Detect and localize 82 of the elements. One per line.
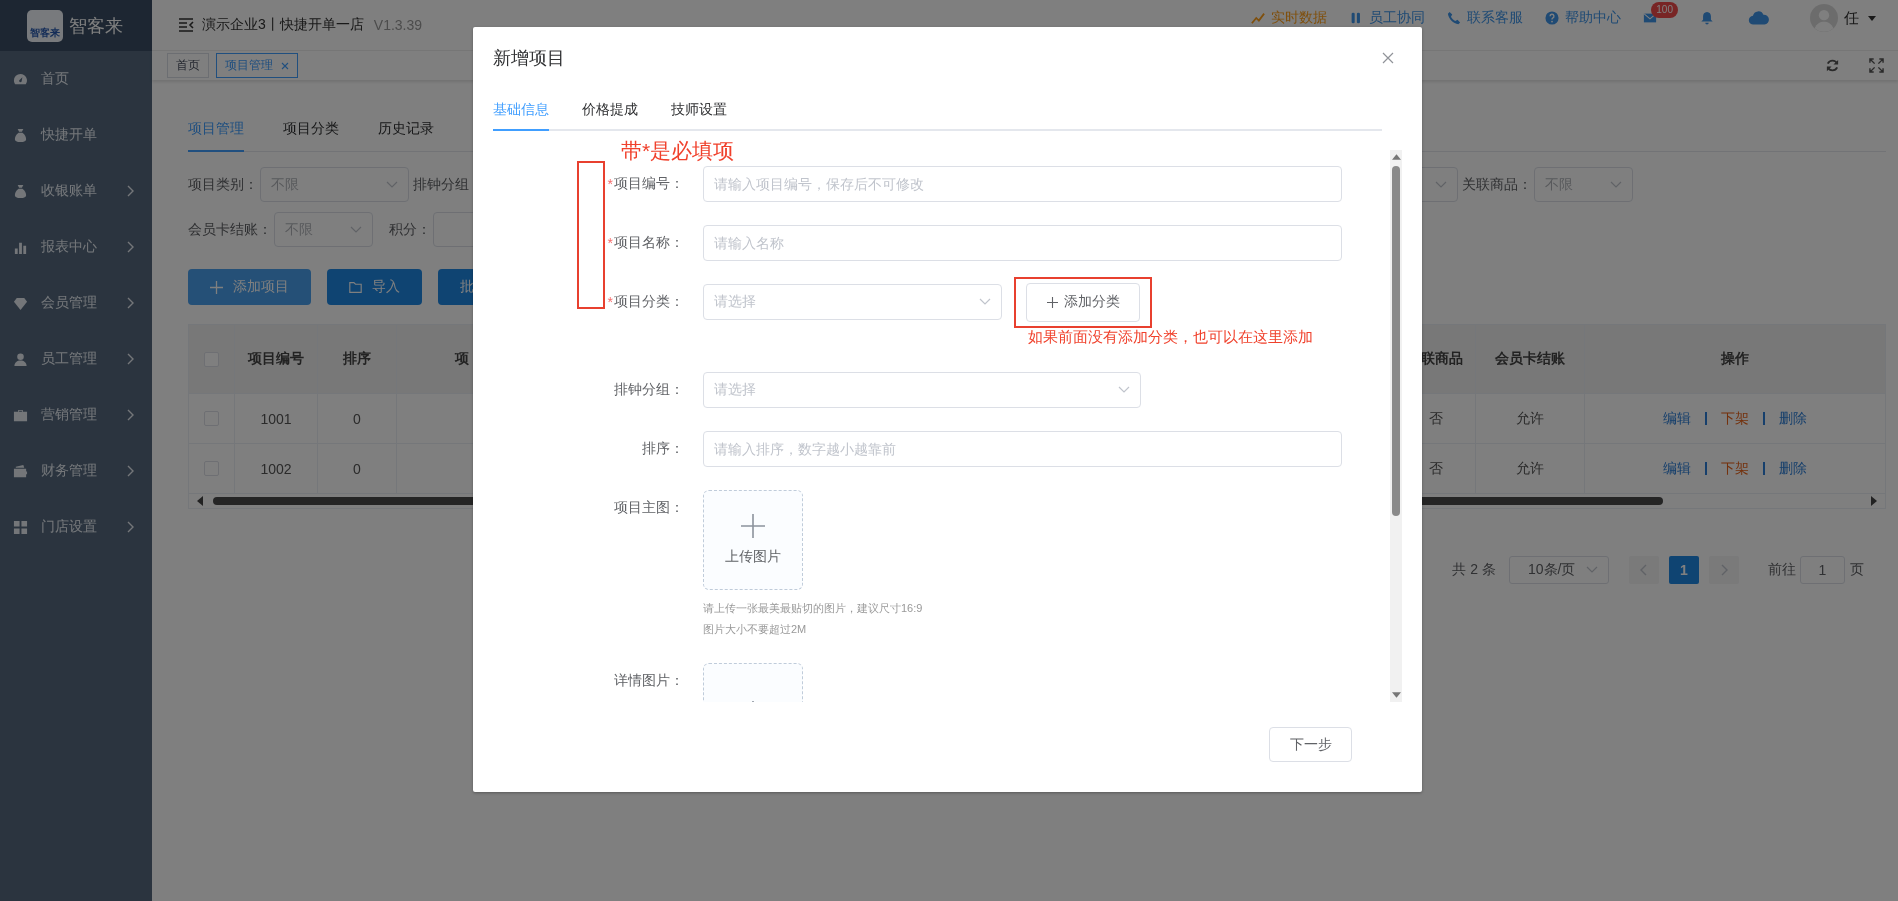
goto-label: 前往	[1768, 561, 1796, 579]
page-suffix: 页	[1850, 561, 1864, 579]
table-cell: 允许	[1516, 459, 1544, 478]
upload-hint: 请上传一张最美最贴切的图片，建议尺寸16:9	[703, 601, 924, 616]
column-header: 操作	[1721, 350, 1749, 368]
filter-label: 积分：	[389, 220, 431, 239]
next-step-button[interactable]: 下一步	[1269, 727, 1352, 762]
table-cell: 允许	[1516, 409, 1544, 428]
dialog-title: 新增项目	[493, 47, 565, 70]
sidebar-item[interactable]: 报表中心	[0, 219, 152, 275]
row-action-link[interactable]: 编辑	[1649, 409, 1705, 428]
input-field[interactable]: 请输入排序，数字越小越靠前	[703, 431, 1342, 467]
table-cell: 0	[353, 410, 361, 427]
dialog-tab[interactable]: 技师设置	[671, 101, 727, 131]
sidebar-item[interactable]: 快捷开单	[0, 107, 152, 163]
field-label: 详情图片：	[614, 672, 684, 690]
filter-label: 项目类别：	[188, 175, 258, 194]
filter-label: 会员卡结账：	[188, 220, 272, 239]
field-label: 项目分类：	[614, 293, 684, 311]
logo-icon: 智客来	[27, 9, 63, 42]
upload-hint: 图片大小不要超过2M	[703, 622, 808, 637]
header-link[interactable]: 联系客服	[1447, 9, 1524, 27]
header-link[interactable]: 实时数据	[1251, 9, 1328, 27]
table-cell: 否	[1429, 409, 1443, 428]
action-button[interactable]: 导入	[327, 269, 422, 305]
total-count: 共 2 条	[1452, 561, 1496, 579]
user-name[interactable]: 任	[1844, 8, 1859, 28]
dialog-tab[interactable]: 基础信息	[493, 101, 549, 131]
upload-area[interactable]: 上传图片	[703, 490, 803, 590]
sidebar-item[interactable]: 财务管理	[0, 443, 152, 499]
table-cell: 否	[1429, 459, 1443, 478]
header-link[interactable]: 帮助中心	[1545, 9, 1622, 27]
field-label: 排序：	[642, 440, 684, 458]
sidebar-item[interactable]: 门店设置	[0, 499, 152, 555]
page-tab[interactable]: 首页	[167, 53, 209, 78]
table-cell: 1001	[260, 410, 292, 427]
sidebar-item[interactable]: 营销管理	[0, 387, 152, 443]
field-label: 项目编号：	[614, 175, 684, 193]
column-header: 排序	[343, 350, 371, 368]
column-header: 会员卡结账	[1495, 350, 1565, 368]
required-mark: *	[607, 235, 613, 251]
column-header: 项	[455, 350, 469, 368]
sidebar-item[interactable]: 首页	[0, 51, 152, 107]
notification-badge: 100	[1651, 2, 1678, 18]
select-field[interactable]: 请选择	[703, 372, 1141, 408]
required-mark: *	[607, 176, 613, 192]
input-field[interactable]: 请输入名称	[703, 225, 1342, 261]
row-action-link[interactable]: 编辑	[1649, 459, 1705, 478]
field-label: 排钟分组：	[614, 381, 684, 399]
content-tab[interactable]: 项目管理	[188, 120, 244, 152]
page-size-select[interactable]: 10条/页	[1509, 556, 1609, 584]
input-field[interactable]: 请输入项目编号，保存后不可修改	[703, 166, 1342, 202]
page-tab[interactable]: 项目管理	[216, 53, 298, 78]
dialog-tab[interactable]: 价格提成	[582, 101, 638, 131]
content-tab[interactable]: 项目分类	[283, 120, 339, 152]
column-header: 项目编号	[248, 350, 304, 368]
table-cell: 0	[353, 460, 361, 477]
content-tab[interactable]: 历史记录	[378, 120, 434, 152]
row-action-link[interactable]: 删除	[1765, 409, 1821, 428]
page-number[interactable]: 1	[1669, 556, 1699, 584]
table-cell: 1002	[260, 460, 292, 477]
add-category-button[interactable]: 添加分类	[1026, 282, 1140, 322]
field-label: 项目名称：	[614, 234, 684, 252]
row-action-link[interactable]: 下架	[1707, 409, 1763, 428]
header-link[interactable]: 员工协同	[1349, 9, 1426, 27]
row-action-link[interactable]: 下架	[1707, 459, 1763, 478]
action-button[interactable]: 添加项目	[188, 269, 311, 305]
required-mark: *	[607, 294, 613, 310]
annotation-note: 带*是必填项	[621, 138, 735, 164]
brand-name: 智客来	[69, 14, 123, 38]
filter-label: 排钟分组	[413, 175, 469, 194]
annotation-note: 如果前面没有添加分类，也可以在这里添加	[1028, 328, 1314, 347]
row-action-link[interactable]: 删除	[1765, 459, 1821, 478]
sidebar-item[interactable]: 员工管理	[0, 331, 152, 387]
filter-label: 关联商品：	[1462, 175, 1532, 194]
sidebar-item[interactable]: 收银账单	[0, 163, 152, 219]
select-field[interactable]: 请选择	[703, 284, 1002, 320]
company-title: 演示企业3丨快捷开单一店	[202, 16, 364, 34]
page-input[interactable]: 1	[1800, 556, 1845, 584]
column-header: 联商品	[1421, 350, 1463, 368]
sidebar-item[interactable]: 会员管理	[0, 275, 152, 331]
field-label: 项目主图：	[614, 499, 684, 517]
